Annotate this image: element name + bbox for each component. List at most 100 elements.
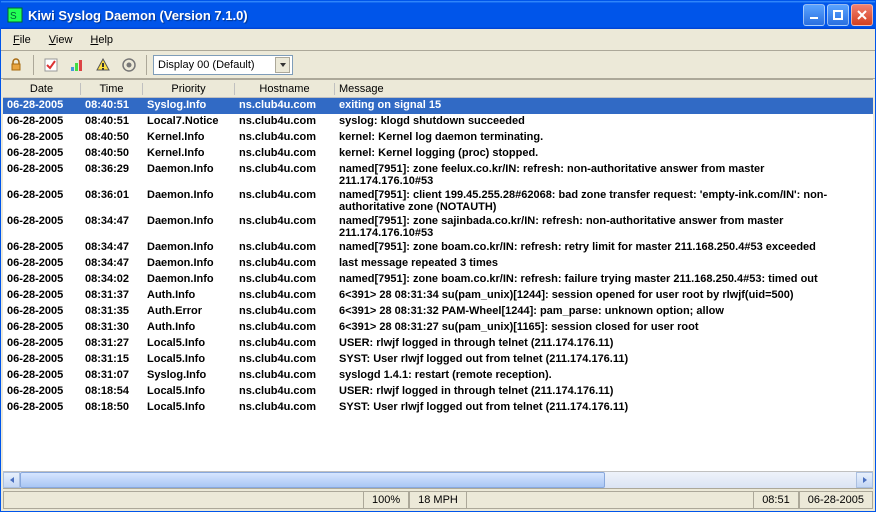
cell-date: 06-28-2005 — [3, 98, 81, 112]
cell-date: 06-28-2005 — [3, 288, 81, 302]
table-row[interactable]: 06-28-200508:31:35Auth.Errorns.club4u.co… — [3, 304, 873, 320]
col-header-message[interactable]: Message — [335, 83, 873, 95]
cell-time: 08:34:47 — [81, 256, 143, 270]
checkmark-icon[interactable] — [40, 54, 62, 76]
table-row[interactable]: 06-28-200508:40:51Syslog.Infons.club4u.c… — [3, 98, 873, 114]
table-row[interactable]: 06-28-200508:34:47Daemon.Infons.club4u.c… — [3, 240, 873, 256]
cell-message: 6<391> 28 08:31:27 su(pam_unix)[1165]: s… — [335, 320, 873, 334]
cell-hostname: ns.club4u.com — [235, 352, 335, 366]
cell-priority: Auth.Error — [143, 304, 235, 318]
table-row[interactable]: 06-28-200508:34:47Daemon.Infons.club4u.c… — [3, 256, 873, 272]
table-row[interactable]: 06-28-200508:40:51Local7.Noticens.club4u… — [3, 114, 873, 130]
status-clock: 08:51 — [753, 491, 799, 509]
close-button[interactable] — [851, 4, 873, 26]
table-row[interactable]: 06-28-200508:40:50Kernel.Infons.club4u.c… — [3, 130, 873, 146]
cell-time: 08:31:30 — [81, 320, 143, 334]
table-row[interactable]: 06-28-200508:40:50Kernel.Infons.club4u.c… — [3, 146, 873, 162]
cell-hostname: ns.club4u.com — [235, 114, 335, 128]
lock-icon[interactable] — [5, 54, 27, 76]
minimize-button[interactable] — [803, 4, 825, 26]
app-window: S Kiwi Syslog Daemon (Version 7.1.0) Fil… — [0, 0, 876, 512]
cell-date: 06-28-2005 — [3, 256, 81, 270]
cell-hostname: ns.club4u.com — [235, 240, 335, 254]
cell-time: 08:36:29 — [81, 162, 143, 176]
table-body[interactable]: 06-28-200508:40:51Syslog.Infons.club4u.c… — [3, 98, 873, 471]
cell-message: last message repeated 3 times — [335, 256, 873, 270]
scroll-thumb[interactable] — [20, 472, 605, 488]
cell-priority: Daemon.Info — [143, 272, 235, 286]
table-row[interactable]: 06-28-200508:36:29Daemon.Infons.club4u.c… — [3, 162, 873, 188]
chevron-down-icon[interactable] — [275, 57, 290, 73]
col-header-time[interactable]: Time — [81, 83, 143, 95]
display-select[interactable]: Display 00 (Default) — [153, 55, 293, 75]
scroll-right-button[interactable] — [856, 472, 873, 488]
col-header-hostname[interactable]: Hostname — [235, 83, 335, 95]
cell-message: 6<391> 28 08:31:32 PAM-Wheel[1244]: pam_… — [335, 304, 873, 318]
cell-hostname: ns.club4u.com — [235, 272, 335, 286]
cell-message: SYST: User rlwjf logged out from telnet … — [335, 352, 873, 366]
svg-text:S: S — [10, 11, 17, 22]
app-icon: S — [7, 7, 23, 23]
col-header-date[interactable]: Date — [3, 83, 81, 95]
cell-date: 06-28-2005 — [3, 400, 81, 414]
table-row[interactable]: 06-28-200508:31:30Auth.Infons.club4u.com… — [3, 320, 873, 336]
maximize-button[interactable] — [827, 4, 849, 26]
cell-time: 08:34:47 — [81, 214, 143, 228]
titlebar[interactable]: S Kiwi Syslog Daemon (Version 7.1.0) — [1, 1, 875, 29]
cell-priority: Local5.Info — [143, 384, 235, 398]
cell-hostname: ns.club4u.com — [235, 162, 335, 176]
cell-hostname: ns.club4u.com — [235, 368, 335, 382]
status-date: 06-28-2005 — [799, 491, 873, 509]
table-row[interactable]: 06-28-200508:31:15Local5.Infons.club4u.c… — [3, 352, 873, 368]
cell-priority: Local5.Info — [143, 336, 235, 350]
cell-hostname: ns.club4u.com — [235, 384, 335, 398]
display-select-value: Display 00 (Default) — [158, 59, 255, 71]
chart-icon[interactable] — [66, 54, 88, 76]
table-row[interactable]: 06-28-200508:36:01Daemon.Infons.club4u.c… — [3, 188, 873, 214]
cell-priority: Daemon.Info — [143, 188, 235, 202]
cell-date: 06-28-2005 — [3, 214, 81, 228]
cell-message: kernel: Kernel logging (proc) stopped. — [335, 146, 873, 160]
cell-time: 08:18:50 — [81, 400, 143, 414]
cell-priority: Auth.Info — [143, 320, 235, 334]
col-header-priority[interactable]: Priority — [143, 83, 235, 95]
target-icon[interactable] — [118, 54, 140, 76]
warning-icon[interactable] — [92, 54, 114, 76]
cell-priority: Syslog.Info — [143, 368, 235, 382]
cell-date: 06-28-2005 — [3, 320, 81, 334]
toolbar-separator — [33, 55, 34, 75]
cell-hostname: ns.club4u.com — [235, 146, 335, 160]
cell-priority: Kernel.Info — [143, 146, 235, 160]
cell-hostname: ns.club4u.com — [235, 400, 335, 414]
cell-date: 06-28-2005 — [3, 304, 81, 318]
table-row[interactable]: 06-28-200508:18:50Local5.Infons.club4u.c… — [3, 400, 873, 416]
scroll-left-button[interactable] — [3, 472, 20, 488]
table-row[interactable]: 06-28-200508:34:02Daemon.Infons.club4u.c… — [3, 272, 873, 288]
menu-view[interactable]: View — [41, 32, 81, 48]
cell-message: syslog: klogd shutdown succeeded — [335, 114, 873, 128]
status-spacer — [467, 491, 753, 509]
cell-hostname: ns.club4u.com — [235, 98, 335, 112]
status-speed: 18 MPH — [409, 491, 467, 509]
cell-message: 6<391> 28 08:31:34 su(pam_unix)[1244]: s… — [335, 288, 873, 302]
cell-hostname: ns.club4u.com — [235, 188, 335, 202]
cell-time: 08:31:07 — [81, 368, 143, 382]
menu-file[interactable]: File — [5, 32, 39, 48]
cell-date: 06-28-2005 — [3, 368, 81, 382]
cell-date: 06-28-2005 — [3, 114, 81, 128]
cell-priority: Local7.Notice — [143, 114, 235, 128]
cell-priority: Auth.Info — [143, 288, 235, 302]
cell-hostname: ns.club4u.com — [235, 256, 335, 270]
cell-date: 06-28-2005 — [3, 146, 81, 160]
window-controls — [803, 4, 873, 26]
table-row[interactable]: 06-28-200508:31:07Syslog.Infons.club4u.c… — [3, 368, 873, 384]
cell-date: 06-28-2005 — [3, 240, 81, 254]
menu-help[interactable]: Help — [82, 32, 121, 48]
table-row[interactable]: 06-28-200508:34:47Daemon.Infons.club4u.c… — [3, 214, 873, 240]
cell-time: 08:31:27 — [81, 336, 143, 350]
table-row[interactable]: 06-28-200508:31:37Auth.Infons.club4u.com… — [3, 288, 873, 304]
table-row[interactable]: 06-28-200508:31:27Local5.Infons.club4u.c… — [3, 336, 873, 352]
table-row[interactable]: 06-28-200508:18:54Local5.Infons.club4u.c… — [3, 384, 873, 400]
scroll-track[interactable] — [20, 472, 856, 488]
horizontal-scrollbar[interactable] — [3, 471, 873, 488]
